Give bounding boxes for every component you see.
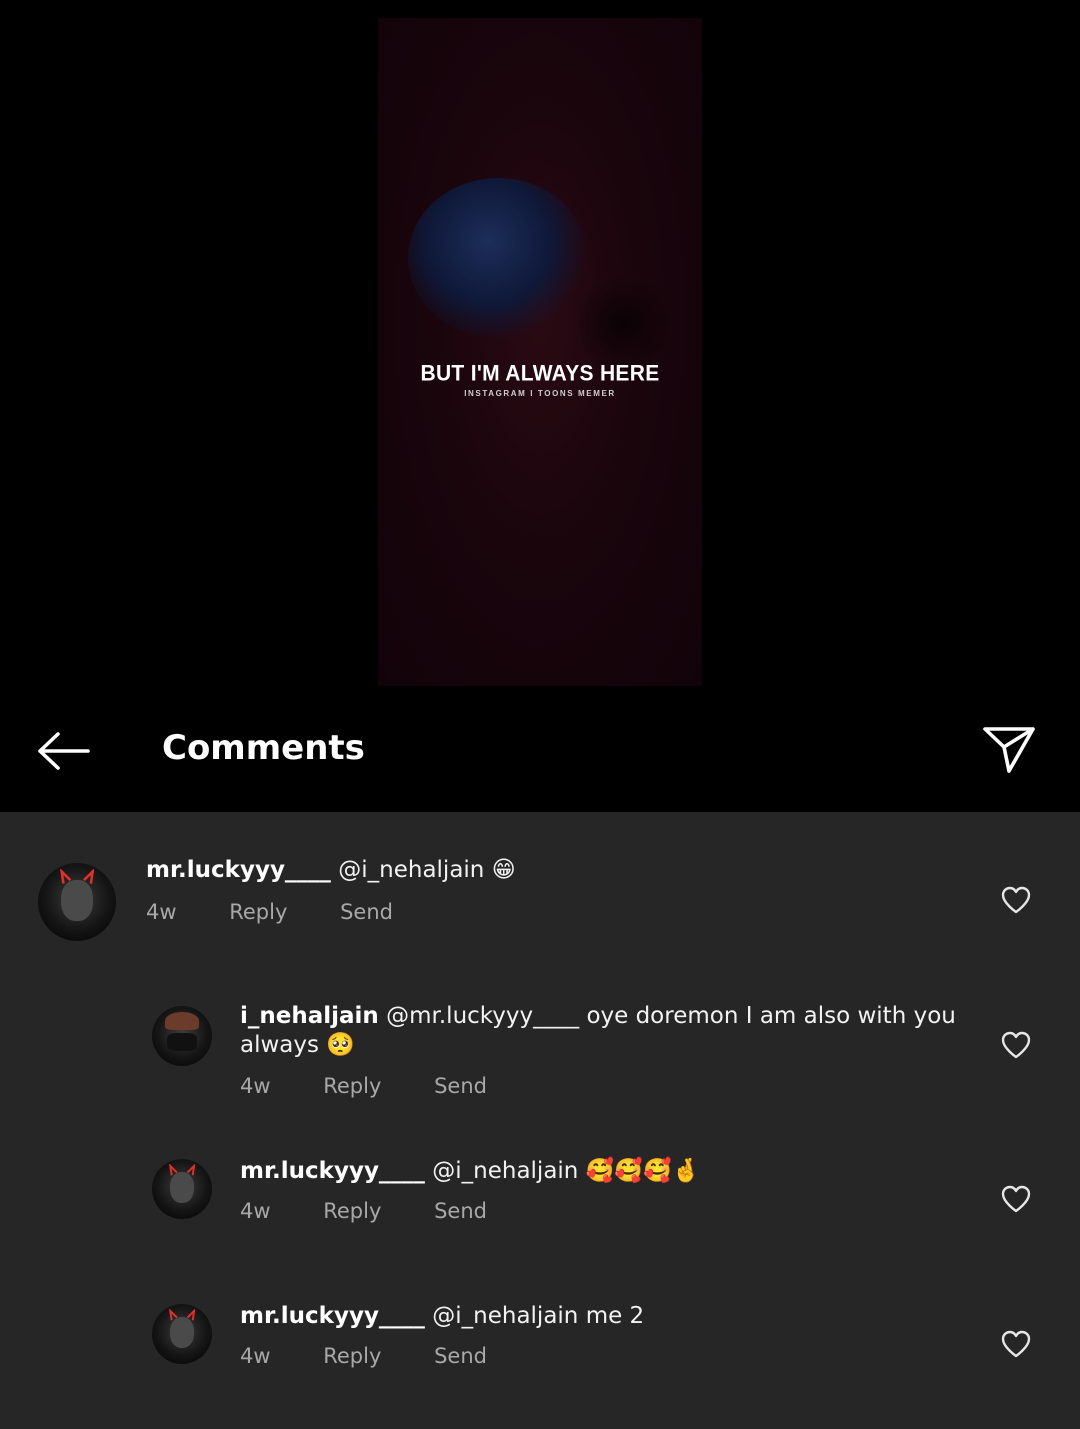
comment-body: mr.luckyyy____ @i_nehaljain me 2 — [240, 1302, 960, 1331]
share-button[interactable] — [978, 720, 1040, 780]
avatar-mask — [167, 1033, 197, 1051]
comment-meta: 4w Reply Send — [240, 1199, 533, 1223]
send-button[interactable]: Send — [434, 1344, 487, 1368]
avatar[interactable] — [152, 1159, 212, 1219]
devil-horns-icon — [168, 1163, 196, 1176]
avatar[interactable] — [38, 863, 116, 941]
send-button[interactable]: Send — [340, 900, 393, 924]
send-button[interactable]: Send — [434, 1074, 487, 1098]
comment-time: 4w — [240, 1344, 271, 1368]
video-orb-shape — [408, 178, 588, 338]
comment-text: @i_nehaljain — [338, 857, 485, 883]
video-watermark: INSTAGRAM I TOONS MEMER — [464, 389, 616, 398]
video-player[interactable]: BUT I'M ALWAYS HERE INSTAGRAM I TOONS ME… — [378, 18, 702, 686]
devil-horns-icon — [168, 1308, 196, 1321]
heart-icon — [1001, 1185, 1031, 1213]
comment-time: 4w — [146, 900, 177, 924]
reply-button[interactable]: Reply — [323, 1074, 381, 1098]
comment-body: i_nehaljain @mr.luckyyy____ oye doremon … — [240, 1002, 960, 1060]
avatar[interactable] — [152, 1304, 212, 1364]
comment-time: 4w — [240, 1199, 271, 1223]
heart-icon — [1001, 1031, 1031, 1059]
arrow-left-icon — [38, 732, 90, 770]
comment-username[interactable]: mr.luckyyy____ — [240, 1158, 425, 1184]
comment-body: mr.luckyyy____ @i_nehaljain 🥰🥰🥰🤞 — [240, 1157, 960, 1186]
like-button[interactable] — [996, 1179, 1036, 1219]
comment-emoji: 😁 — [491, 857, 516, 883]
like-button[interactable] — [996, 1025, 1036, 1065]
comment-body: mr.luckyyy____ @i_nehaljain 😁 — [146, 856, 946, 885]
comment-username[interactable]: mr.luckyyy____ — [240, 1303, 425, 1329]
heart-icon — [1001, 1330, 1031, 1358]
like-button[interactable] — [996, 1324, 1036, 1364]
reply-button[interactable]: Reply — [229, 900, 287, 924]
comment-emoji: 🥺 — [326, 1032, 355, 1058]
comment-username[interactable]: i_nehaljain — [240, 1003, 379, 1029]
send-button[interactable]: Send — [434, 1199, 487, 1223]
heart-icon — [1001, 886, 1031, 914]
avatar-hair — [165, 1012, 199, 1030]
comment-meta: 4w Reply Send — [240, 1074, 533, 1098]
reply-button[interactable]: Reply — [323, 1199, 381, 1223]
comments-list: mr.luckyyy____ @i_nehaljain 😁 4w Reply S… — [0, 812, 1080, 1429]
comment-text: @i_nehaljain me 2 — [432, 1303, 645, 1329]
comment-text: @i_nehaljain — [432, 1158, 579, 1184]
paper-plane-icon — [983, 727, 1035, 773]
like-button[interactable] — [996, 880, 1036, 920]
video-caption: BUT I'M ALWAYS HERE — [420, 361, 660, 386]
comment-meta: 4w Reply Send — [240, 1344, 533, 1368]
comments-header: Comments — [0, 700, 1080, 812]
avatar[interactable] — [152, 1006, 212, 1066]
video-area: BUT I'M ALWAYS HERE INSTAGRAM I TOONS ME… — [0, 0, 1080, 812]
reply-button[interactable]: Reply — [323, 1344, 381, 1368]
devil-horns-icon — [59, 869, 95, 884]
comment-time: 4w — [240, 1074, 271, 1098]
back-button[interactable] — [30, 722, 96, 780]
comment-emoji: 🥰🥰🥰🤞 — [585, 1158, 701, 1184]
comment-meta: 4w Reply Send — [146, 900, 439, 924]
page-title: Comments — [162, 728, 365, 768]
comment-username[interactable]: mr.luckyyy____ — [146, 857, 331, 883]
